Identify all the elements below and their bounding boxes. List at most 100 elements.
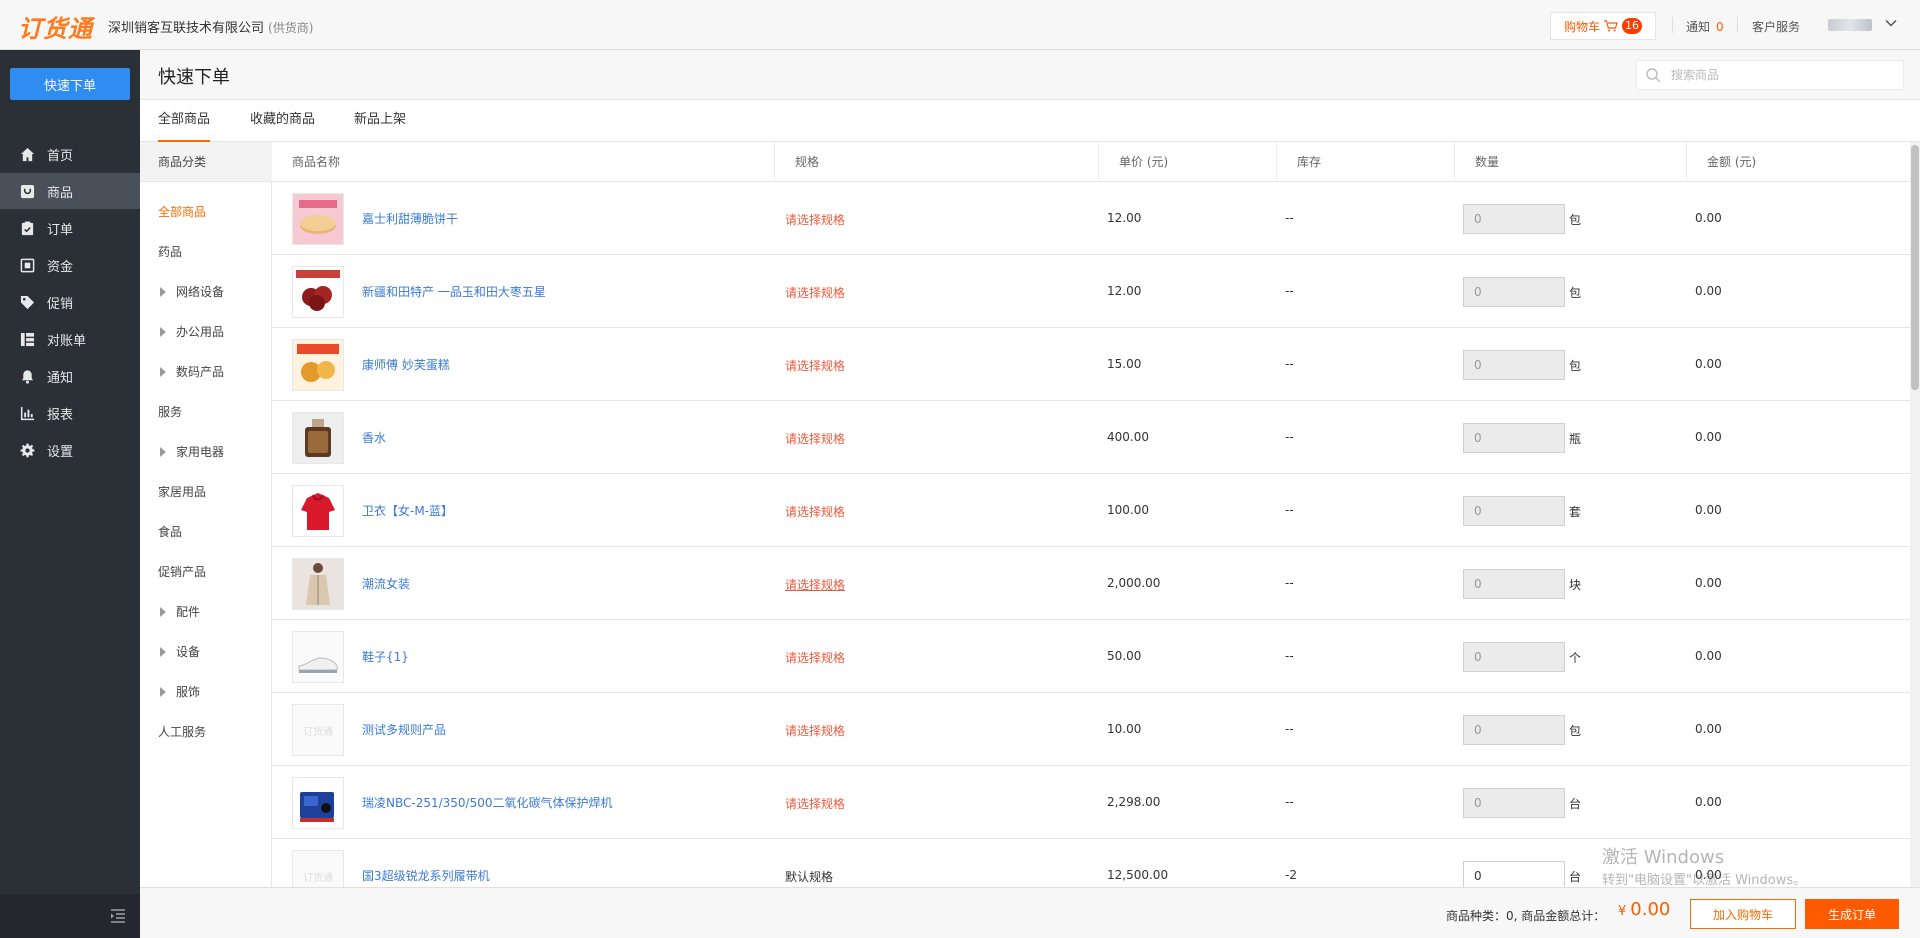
quantity-input[interactable] xyxy=(1463,715,1565,745)
category-item[interactable]: 全部商品 xyxy=(158,202,206,222)
column-header-spec: 规格 xyxy=(775,142,1099,182)
quantity-input[interactable] xyxy=(1463,788,1565,818)
product-name-link[interactable]: 测试多规则产品 xyxy=(362,721,446,738)
product-thumbnail[interactable] xyxy=(292,339,344,391)
column-header-name: 商品名称 xyxy=(272,142,775,182)
product-thumbnail[interactable] xyxy=(292,485,344,537)
product-name-link[interactable]: 鞋子{1} xyxy=(362,648,409,665)
expand-arrow-icon[interactable] xyxy=(160,287,166,297)
expand-arrow-icon[interactable] xyxy=(160,447,166,457)
quantity-input[interactable] xyxy=(1463,204,1565,234)
product-name-link[interactable]: 国3超级锐龙系列履带机 xyxy=(362,867,490,884)
quantity-input[interactable] xyxy=(1463,642,1565,672)
sidebar-item-home[interactable]: 首页 xyxy=(0,136,140,172)
category-item[interactable]: 办公用品 xyxy=(158,322,224,342)
spec-selector[interactable]: 请选择规格 xyxy=(785,284,845,301)
tab-new-products[interactable]: 新品上架 xyxy=(354,100,406,142)
category-item[interactable]: 网络设备 xyxy=(158,282,224,302)
sidebar-item-statement[interactable]: 对账单 xyxy=(0,321,140,357)
expand-arrow-icon[interactable] xyxy=(160,647,166,657)
quantity-unit: 台 xyxy=(1569,870,1582,884)
quantity-input[interactable] xyxy=(1463,277,1565,307)
cart-label: 购物车 xyxy=(1563,19,1600,34)
quantity-input[interactable] xyxy=(1463,423,1565,453)
order-total-value: 0.00 xyxy=(1630,899,1671,920)
product-thumbnail[interactable] xyxy=(292,777,344,829)
spec-selector[interactable]: 请选择规格 xyxy=(785,722,845,739)
unit-price: 12.00 xyxy=(1107,284,1142,298)
category-item[interactable]: 药品 xyxy=(158,242,182,262)
category-item[interactable]: 家居用品 xyxy=(158,482,206,502)
expand-arrow-icon[interactable] xyxy=(160,327,166,337)
tab-favorite-products[interactable]: 收藏的商品 xyxy=(250,100,315,142)
product-name-link[interactable]: 潮流女装 xyxy=(362,575,410,592)
sidebar-item-report[interactable]: 报表 xyxy=(0,395,140,431)
category-label: 促销产品 xyxy=(158,565,207,579)
category-item[interactable]: 人工服务 xyxy=(158,722,206,742)
category-item[interactable]: 数码产品 xyxy=(158,362,224,382)
category-item[interactable]: 服饰 xyxy=(158,682,200,702)
product-name-link[interactable]: 瑞凌NBC-251/350/500二氧化碳气体保护焊机 xyxy=(362,794,613,811)
quantity-input[interactable] xyxy=(1463,569,1565,599)
table-scrollbar-thumb[interactable] xyxy=(1911,145,1919,390)
product-name-link[interactable]: 康师傅 妙芙蛋糕 xyxy=(362,356,450,373)
notice-link[interactable]: 通知 0 xyxy=(1686,18,1724,35)
product-thumbnail[interactable] xyxy=(292,193,344,245)
sidebar-item-goods[interactable]: 商品 xyxy=(0,173,140,209)
category-item[interactable]: 促销产品 xyxy=(158,562,206,582)
sidebar-item-notice[interactable]: 通知 xyxy=(0,358,140,394)
spec-selector[interactable]: 请选择规格 xyxy=(785,357,845,374)
product-name-link[interactable]: 新疆和田特产 一品玉和田大枣五星 xyxy=(362,283,546,300)
collapse-menu-icon[interactable] xyxy=(110,908,126,924)
product-thumbnail[interactable] xyxy=(292,412,344,464)
spec-selector[interactable]: 请选择规格 xyxy=(785,649,845,666)
product-search[interactable] xyxy=(1636,60,1904,90)
gear-icon xyxy=(20,442,35,457)
quick-order-button[interactable]: 快速下单 xyxy=(10,68,130,100)
sidebar-item-label: 商品 xyxy=(47,185,74,201)
spec-selector[interactable]: 请选择规格 xyxy=(785,211,845,228)
spec-selector[interactable]: 请选择规格 xyxy=(785,795,845,812)
chart-icon xyxy=(20,406,35,420)
product-name-link[interactable]: 嘉士利甜薄脆饼干 xyxy=(362,210,458,227)
quantity-input[interactable] xyxy=(1463,496,1565,526)
expand-arrow-icon[interactable] xyxy=(160,607,166,617)
header-cart-button[interactable]: 购物车 16 xyxy=(1550,12,1656,40)
search-input[interactable] xyxy=(1671,68,1891,82)
expand-arrow-icon[interactable] xyxy=(160,367,166,377)
unit-price: 10.00 xyxy=(1107,722,1142,736)
placeholder-logo: 订货通 xyxy=(303,872,333,884)
expand-arrow-icon[interactable] xyxy=(160,687,166,697)
category-item[interactable]: 配件 xyxy=(158,602,200,622)
quantity-input[interactable] xyxy=(1463,350,1565,380)
category-item[interactable]: 家用电器 xyxy=(158,442,224,462)
add-to-cart-button[interactable]: 加入购物车 xyxy=(1690,899,1796,929)
category-item[interactable]: 服务 xyxy=(158,402,182,422)
create-order-button[interactable]: 生成订单 xyxy=(1805,899,1899,929)
product-thumbnail[interactable] xyxy=(292,266,344,318)
spec-selector[interactable]: 请选择规格 xyxy=(785,503,845,520)
product-thumbnail[interactable]: 订货通 xyxy=(292,850,344,887)
chevron-down-icon[interactable] xyxy=(1884,16,1898,30)
order-summary-text: 商品种类：0, 商品金额总计： xyxy=(1446,909,1606,923)
spec-selector[interactable]: 请选择规格 xyxy=(785,430,845,447)
sidebar-item-orders[interactable]: 订单 xyxy=(0,210,140,246)
product-tabs: 全部商品 收藏的商品 新品上架 xyxy=(140,100,1920,142)
quantity-input[interactable] xyxy=(1463,861,1565,887)
sidebar-item-funds[interactable]: 资金 xyxy=(0,247,140,283)
product-name-link[interactable]: 卫衣【女-M-蓝】 xyxy=(362,502,453,519)
sidebar-item-settings[interactable]: 设置 xyxy=(0,432,140,468)
spec-selector[interactable]: 请选择规格 xyxy=(785,576,845,593)
user-avatar[interactable] xyxy=(1828,19,1872,31)
category-item[interactable]: 设备 xyxy=(158,642,200,662)
sidebar-item-promotion[interactable]: 促销 xyxy=(0,284,140,320)
customer-service-link[interactable]: 客户服务 xyxy=(1752,18,1800,35)
product-thumbnail[interactable]: 订货通 xyxy=(292,704,344,756)
product-thumbnail[interactable] xyxy=(292,631,344,683)
brand-logo[interactable]: 订货通 xyxy=(18,9,93,44)
product-name-link[interactable]: 香水 xyxy=(362,429,386,446)
product-thumbnail[interactable] xyxy=(292,558,344,610)
tab-all-products[interactable]: 全部商品 xyxy=(158,100,211,142)
table-row: 瑞凌NBC-251/350/500二氧化碳气体保护焊机 请选择规格 2,298.00… xyxy=(272,766,1910,839)
category-item[interactable]: 食品 xyxy=(158,522,182,542)
